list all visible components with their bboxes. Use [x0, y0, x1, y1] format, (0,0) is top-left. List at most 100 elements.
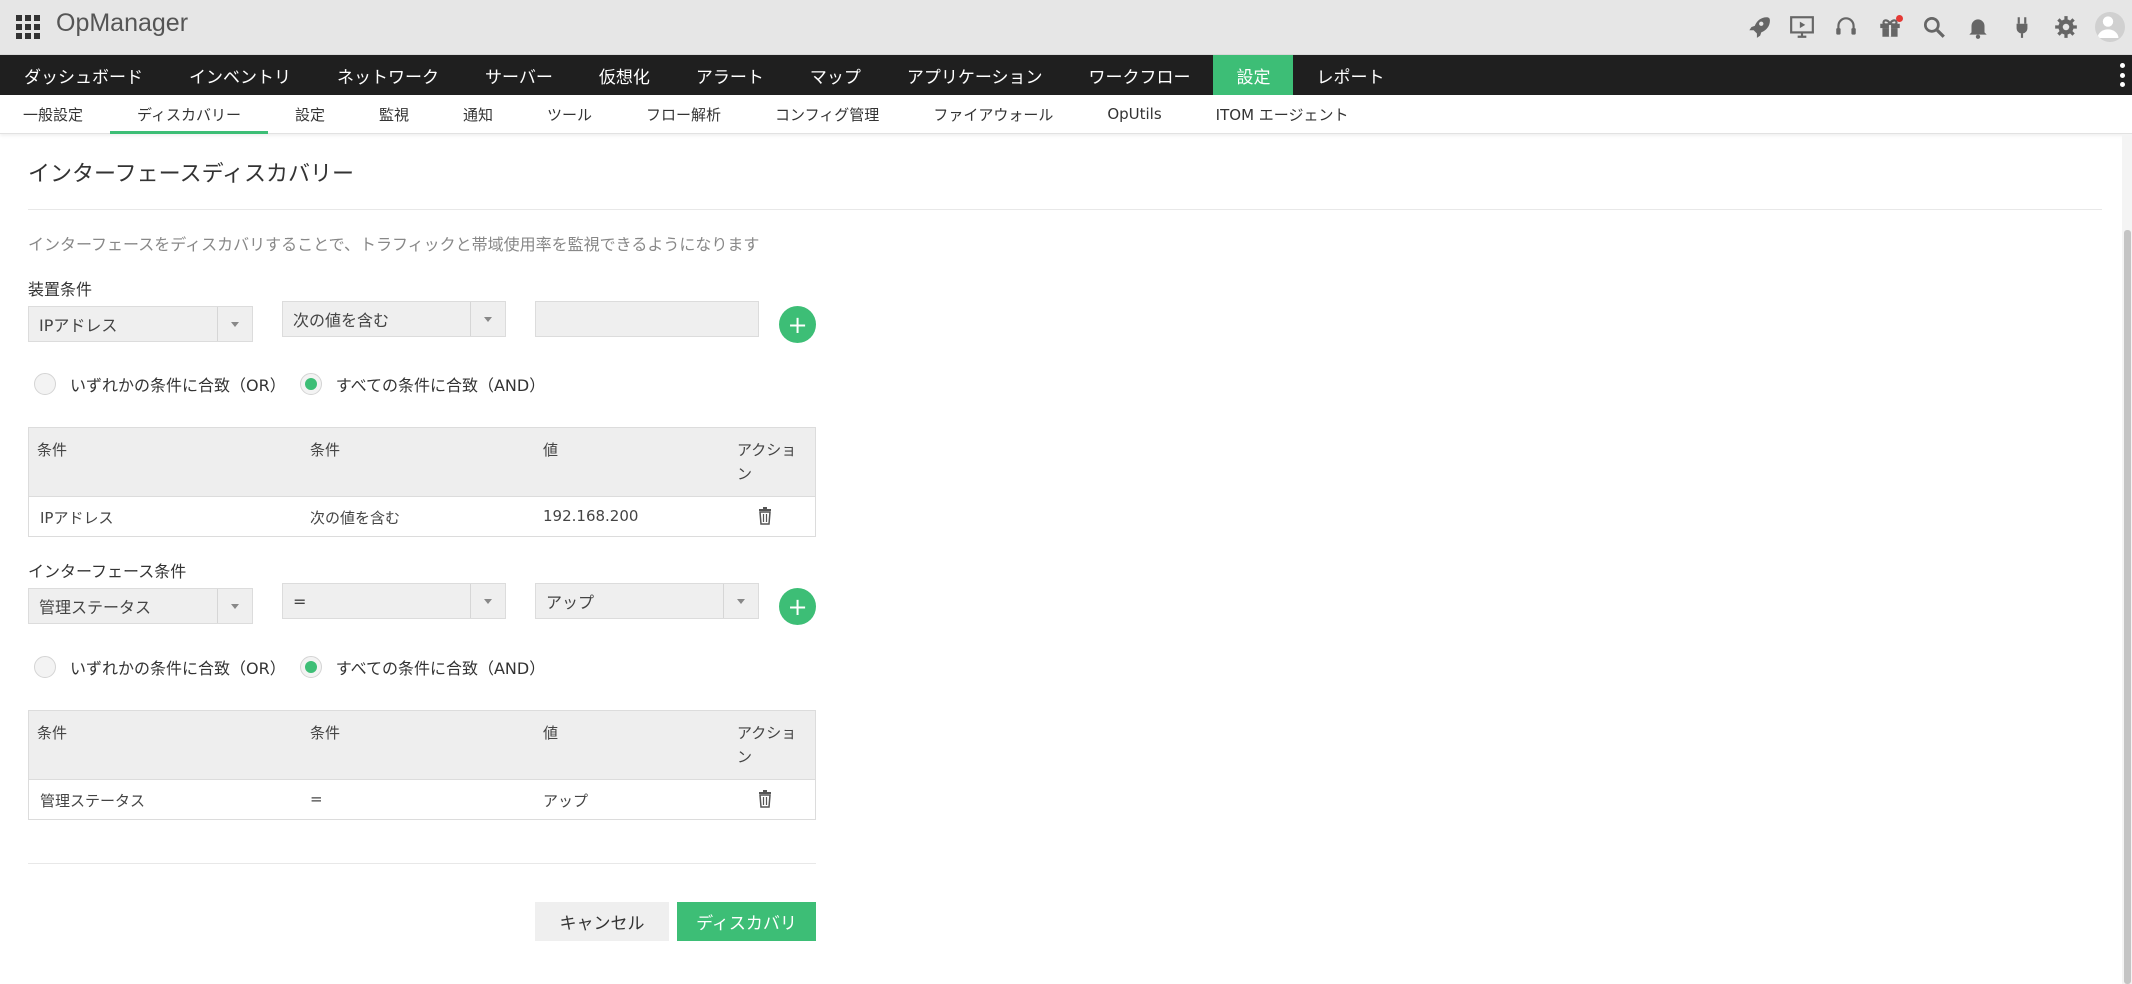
app-title: OpManager — [56, 9, 189, 37]
interface-value-value: アップ — [546, 593, 595, 612]
interface-field-select[interactable]: 管理ステータス — [28, 588, 253, 624]
table-header: 条件 条件 値 アクション — [29, 711, 815, 780]
tab-configuration[interactable]: 設定 — [268, 95, 352, 133]
radio-or[interactable] — [34, 656, 56, 678]
tab-general-settings[interactable]: 一般設定 — [0, 95, 110, 133]
add-device-criteria-button[interactable]: + — [779, 306, 816, 343]
tab-firewall[interactable]: ファイアウォール — [906, 95, 1080, 133]
column-header: 条件 — [37, 724, 68, 742]
table-row: 管理ステータス = アップ — [29, 780, 815, 819]
radio-or-label: いずれかの条件に合致（OR） — [70, 659, 286, 678]
tab-tools[interactable]: ツール — [520, 95, 619, 133]
nav-item-server[interactable]: サーバー — [461, 55, 575, 95]
device-value-input[interactable] — [535, 301, 759, 337]
radio-and[interactable] — [299, 373, 322, 395]
device-match-options: いずれかの条件に合致（OR） すべての条件に合致（AND） — [34, 372, 559, 396]
chevron-down-icon — [217, 307, 252, 341]
search-icon[interactable] — [1912, 0, 1956, 54]
radio-and-label: すべての条件に合致（AND） — [335, 659, 546, 678]
column-header: 条件 — [310, 724, 341, 742]
main-nav: ダッシュボード インベントリ ネットワーク サーバー 仮想化 アラート マップ … — [0, 55, 2132, 95]
tab-monitoring[interactable]: 監視 — [352, 95, 436, 133]
radio-or-label: いずれかの条件に合致（OR） — [70, 376, 286, 395]
device-field-select[interactable]: IPアドレス — [28, 306, 253, 342]
nav-item-inventory[interactable]: インベントリ — [165, 55, 313, 95]
plus-icon: + — [787, 592, 808, 621]
plug-icon[interactable] — [2000, 0, 2044, 54]
device-criteria-table: 条件 条件 値 アクション IPアドレス 次の値を含む 192.168.200 — [28, 427, 816, 537]
table-cell: 管理ステータス — [40, 792, 146, 810]
radio-and-label: すべての条件に合致（AND） — [335, 376, 546, 395]
device-field-value: IPアドレス — [39, 316, 118, 335]
presentation-icon[interactable] — [1780, 0, 1824, 54]
interface-field-value: 管理ステータス — [39, 598, 152, 617]
nav-item-dashboard[interactable]: ダッシュボード — [0, 55, 165, 95]
gift-icon[interactable] — [1868, 0, 1912, 54]
table-row: IPアドレス 次の値を含む 192.168.200 — [29, 497, 815, 536]
page-description: インターフェースをディスカバリすることで、トラフィックと帯域使用率を監視できるよ… — [28, 235, 760, 254]
user-avatar[interactable] — [2088, 0, 2132, 54]
tab-config-management[interactable]: コンフィグ管理 — [748, 95, 906, 133]
nav-item-applications[interactable]: アプリケーション — [883, 55, 1065, 95]
trash-icon[interactable] — [758, 790, 772, 808]
scrollbar-thumb[interactable] — [2124, 230, 2131, 984]
apps-grid-icon[interactable] — [16, 15, 40, 39]
trash-icon[interactable] — [758, 507, 772, 525]
chevron-down-icon — [723, 584, 758, 618]
more-options-icon[interactable] — [2120, 63, 2126, 87]
radio-or[interactable] — [34, 373, 56, 395]
column-header: 値 — [543, 441, 559, 459]
nav-item-maps[interactable]: マップ — [786, 55, 883, 95]
divider — [28, 209, 2102, 210]
device-operator-value: 次の値を含む — [293, 311, 390, 330]
nav-item-workflow[interactable]: ワークフロー — [1065, 55, 1213, 95]
top-header: OpManager — [0, 0, 2132, 55]
nav-item-virtualization[interactable]: 仮想化 — [575, 55, 672, 95]
table-cell: アップ — [543, 792, 589, 810]
divider — [28, 863, 816, 864]
device-operator-select[interactable]: 次の値を含む — [282, 301, 506, 337]
tab-notifications[interactable]: 通知 — [436, 95, 520, 133]
interface-criteria-table: 条件 条件 値 アクション 管理ステータス = アップ — [28, 710, 816, 820]
cancel-button[interactable]: キャンセル — [535, 902, 669, 941]
table-cell: 192.168.200 — [543, 507, 639, 525]
headset-icon[interactable] — [1824, 0, 1868, 54]
tab-oputils[interactable]: OpUtils — [1080, 95, 1188, 133]
tab-discovery[interactable]: ディスカバリー — [110, 95, 268, 134]
interface-operator-select[interactable]: = — [282, 583, 506, 619]
column-header: 条件 — [310, 441, 341, 459]
discover-button[interactable]: ディスカバリ — [677, 902, 816, 941]
table-cell: IPアドレス — [40, 509, 114, 527]
radio-and[interactable] — [299, 656, 322, 678]
nav-item-reports[interactable]: レポート — [1293, 55, 1407, 95]
interface-value-select[interactable]: アップ — [535, 583, 759, 619]
avatar — [2095, 12, 2125, 42]
tab-itom-agent[interactable]: ITOM エージェント — [1189, 95, 1376, 133]
column-header: 条件 — [37, 441, 68, 459]
add-interface-criteria-button[interactable]: + — [779, 588, 816, 625]
nav-item-settings[interactable]: 設定 — [1212, 55, 1293, 95]
table-cell: 次の値を含む — [310, 509, 401, 527]
chevron-down-icon — [217, 589, 252, 623]
device-criteria-label: 装置条件 — [28, 280, 93, 299]
sub-nav: 一般設定 ディスカバリー 設定 監視 通知 ツール フロー解析 コンフィグ管理 … — [0, 95, 2132, 134]
chevron-down-icon — [470, 302, 505, 336]
nav-item-network[interactable]: ネットワーク — [313, 55, 461, 95]
page-title: インターフェースディスカバリー — [28, 162, 355, 187]
bell-icon[interactable] — [1956, 0, 2000, 54]
nav-item-alerts[interactable]: アラート — [672, 55, 786, 95]
plus-icon: + — [787, 310, 808, 339]
table-cell: = — [310, 790, 323, 808]
interface-criteria-label: インターフェース条件 — [28, 562, 187, 581]
interface-operator-value: = — [293, 591, 307, 611]
column-header: アクション — [737, 724, 797, 766]
table-header: 条件 条件 値 アクション — [29, 428, 815, 497]
gear-icon[interactable] — [2044, 0, 2088, 54]
notification-dot — [1896, 15, 1903, 22]
rocket-icon[interactable] — [1736, 0, 1780, 54]
tab-flow-analysis[interactable]: フロー解析 — [619, 95, 748, 133]
column-header: アクション — [737, 441, 797, 483]
interface-match-options: いずれかの条件に合致（OR） すべての条件に合致（AND） — [34, 655, 559, 679]
column-header: 値 — [543, 724, 559, 742]
header-icons — [1736, 0, 2132, 54]
